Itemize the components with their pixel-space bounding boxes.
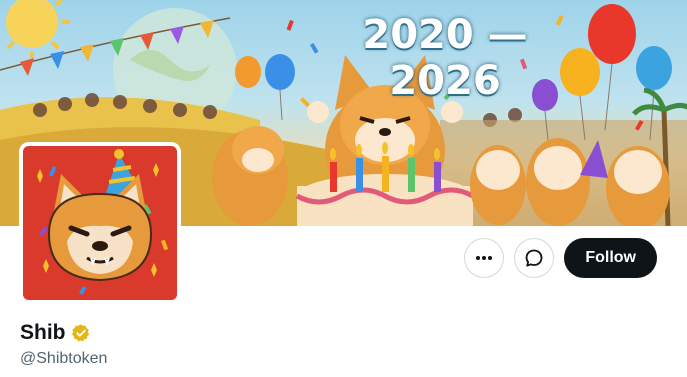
profile-handle: @Shibtoken	[20, 350, 108, 367]
display-name: Shib	[20, 321, 66, 344]
message-button[interactable]	[514, 238, 555, 278]
profile-name-row: Shib	[20, 321, 91, 345]
follow-button[interactable]: Follow	[564, 238, 657, 278]
verified-badge-icon[interactable]	[71, 323, 91, 343]
message-icon	[525, 249, 543, 267]
more-horizontal-icon	[476, 256, 493, 260]
profile-actions: Follow	[464, 238, 657, 278]
sun-icon	[6, 0, 70, 58]
banner-year-text: 2020 — 2026	[362, 12, 528, 104]
more-button[interactable]	[464, 238, 505, 278]
shiba-avatar-illustration	[23, 146, 177, 300]
avatar[interactable]	[19, 142, 181, 304]
